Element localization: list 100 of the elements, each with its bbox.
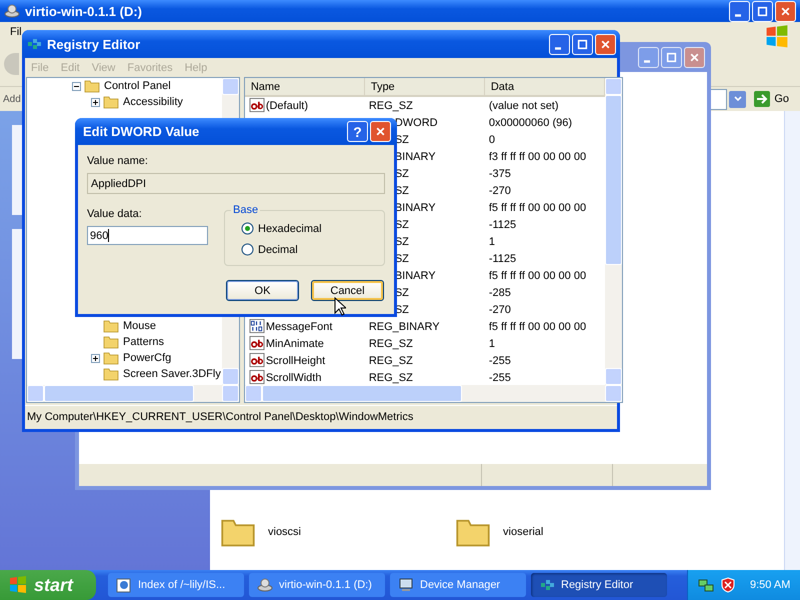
folder-icon (103, 335, 119, 349)
folder-icon (84, 79, 100, 93)
close-icon (600, 38, 611, 50)
value-data: 1 (488, 236, 495, 248)
group-label: Base (231, 204, 260, 216)
address-label: Add (3, 94, 21, 104)
value-data: -255 (488, 354, 511, 366)
menu-item[interactable]: Fil (10, 26, 22, 38)
value-data-field[interactable]: 960 (87, 226, 208, 245)
arrow-icon (754, 91, 770, 107)
maximize-icon (666, 52, 677, 62)
column-header[interactable]: Type (364, 78, 485, 95)
scrollbar[interactable] (604, 78, 622, 385)
folder-icon (103, 319, 119, 333)
value-data: f3 ff ff ff 00 00 00 00 (488, 150, 586, 162)
field-label: Value data: (87, 208, 143, 222)
value-name[interactable]: MinAnimate (266, 338, 324, 350)
window-title: Registry Editor (47, 36, 140, 52)
status-bar: My Computer\HKEY_CURRENT_USER\Control Panel\Desktop\WindowMetrics (25, 405, 617, 428)
registry-icon (539, 577, 555, 593)
value-data: -255 (488, 372, 511, 384)
radio-button[interactable]: Hexadecimal (241, 222, 384, 235)
maximize-icon (577, 38, 588, 50)
cursor-icon (334, 297, 346, 316)
taskbar-button[interactable]: Device Manager (390, 573, 526, 597)
value-data: -1125 (488, 252, 516, 264)
value-data: -375 (488, 168, 511, 180)
shield-icon[interactable] (720, 577, 736, 593)
close-icon (375, 126, 386, 137)
windows-logo-icon (8, 575, 28, 595)
expand-icon[interactable] (91, 98, 100, 106)
dialog-button[interactable]: OK (226, 280, 299, 301)
folder-icon (103, 351, 119, 365)
minimize-icon (554, 46, 560, 50)
value-name[interactable]: MessageFont (266, 320, 332, 332)
minimize-icon (734, 14, 740, 16)
column-header[interactable]: Name (244, 78, 365, 95)
value-data: 0 (488, 134, 495, 146)
folder-icon (103, 95, 119, 109)
collapse-icon[interactable] (72, 82, 81, 90)
value-data: f5 ff ff ff 00 00 00 00 (488, 202, 586, 214)
folder-icon (103, 367, 119, 381)
tree-item[interactable]: Patterns (122, 336, 165, 348)
value-data: 1 (488, 338, 495, 350)
dialog-button[interactable]: Cancel (311, 280, 384, 301)
radio-button[interactable]: Decimal (241, 243, 384, 256)
radio-icon[interactable] (241, 222, 254, 235)
radio-icon[interactable] (241, 243, 254, 256)
value-type: REG_SZ (368, 100, 413, 112)
string-value-icon (248, 353, 265, 368)
dropdown-button[interactable] (729, 90, 746, 108)
go-button[interactable]: Go (748, 91, 795, 107)
value-type: REG_SZ (368, 354, 413, 366)
address-field[interactable] (710, 88, 728, 110)
value-type: REG_SZ (368, 338, 413, 350)
value-name[interactable]: (Default) (266, 100, 308, 112)
value-type: REG_BINARY (368, 320, 440, 332)
close-icon (780, 6, 791, 16)
string-value-icon (248, 370, 265, 385)
folder-label[interactable]: vioserial (503, 526, 544, 538)
value-type: DWORD (394, 116, 438, 128)
tree-item[interactable]: PowerCfg (122, 352, 172, 364)
caret-icon (732, 94, 743, 104)
value-name[interactable]: ScrollWidth (266, 372, 322, 384)
value-data: f5 ff ff ff 00 00 00 00 (488, 270, 586, 282)
binary-value-icon (248, 319, 265, 334)
field-label: Value name: (87, 155, 149, 169)
value-name[interactable]: ScrollHeight (266, 354, 326, 366)
scrollbar[interactable] (27, 385, 239, 402)
minimize-icon (644, 60, 650, 62)
string-value-icon (248, 336, 265, 351)
window-title: virtio-win-0.1.1 (D:) (25, 4, 142, 18)
taskbar-button[interactable]: Index of /~lily/IS... (108, 573, 244, 597)
value-data: -270 (488, 304, 511, 316)
value-data: -285 (488, 286, 511, 298)
taskbar-button[interactable]: virtio-win-0.1.1 (D:) (249, 573, 385, 597)
value-data: (value not set) (488, 100, 559, 112)
expand-icon[interactable] (91, 354, 100, 362)
value-data: 0x00000060 (96) (488, 116, 572, 128)
folder-label[interactable]: vioscsi (268, 526, 302, 538)
help-button[interactable]: ? (347, 121, 368, 142)
dialog-title: Edit DWORD Value (83, 124, 200, 139)
tree-item[interactable]: Control Panel (103, 80, 172, 92)
close-icon (689, 52, 700, 62)
scrollbar[interactable] (244, 385, 622, 402)
value-type: REG_SZ (368, 372, 413, 384)
value-data: -1125 (488, 218, 516, 230)
clock: 9:50 AM (750, 579, 790, 591)
computer-icon (398, 577, 414, 593)
scrollbar[interactable] (784, 111, 800, 570)
tree-item[interactable]: Accessibility (122, 96, 184, 108)
web-page-icon (116, 577, 132, 593)
windows-logo-icon (764, 24, 790, 50)
registry-icon (26, 36, 42, 52)
value-data: -270 (488, 184, 511, 196)
tree-item[interactable]: Mouse (122, 320, 158, 332)
taskbar-button[interactable]: Registry Editor (531, 573, 667, 597)
value-data: f5 ff ff ff 00 00 00 00 (488, 320, 586, 332)
tree-item[interactable]: Screen Saver.3DFly (122, 368, 222, 380)
network-icon[interactable] (698, 577, 714, 593)
